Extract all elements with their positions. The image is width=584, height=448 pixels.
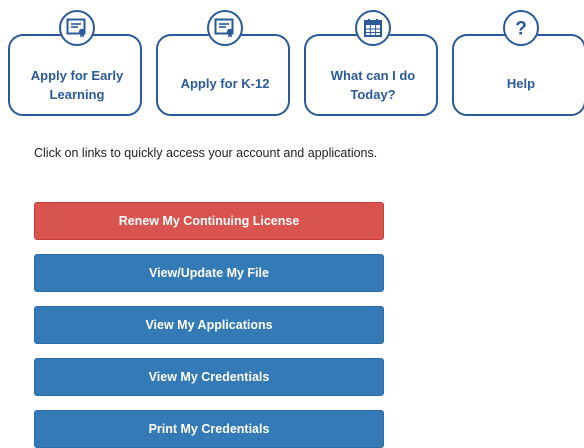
print-credentials-button[interactable]: Print My Credentials xyxy=(34,410,384,448)
tile-label: Help xyxy=(506,76,536,91)
svg-text:?: ? xyxy=(515,19,527,39)
renew-continuing-license-button[interactable]: Renew My Continuing License xyxy=(34,202,384,240)
certificate-icon xyxy=(59,10,95,46)
tile-label: What can I do Today? xyxy=(330,68,416,102)
question-icon: ? xyxy=(503,10,539,46)
tile-what-can-i-do-today[interactable]: What can I do Today? xyxy=(304,8,442,120)
view-update-file-button[interactable]: View/Update My File xyxy=(34,254,384,292)
certificate-icon xyxy=(207,10,243,46)
tile-apply-k12[interactable]: Apply for K-12 xyxy=(156,8,294,120)
quick-links-tiles: Apply for Early Learning Apply for K-12 xyxy=(8,8,584,120)
view-credentials-button[interactable]: View My Credentials xyxy=(34,358,384,396)
calendar-icon xyxy=(355,10,391,46)
intro-text: Click on links to quickly access your ac… xyxy=(34,146,378,160)
view-applications-button[interactable]: View My Applications xyxy=(34,306,384,344)
tile-apply-early-learning[interactable]: Apply for Early Learning xyxy=(8,8,146,120)
tile-help[interactable]: ? Help xyxy=(452,8,584,120)
tile-label: Apply for K-12 xyxy=(180,76,270,91)
tile-label: Apply for Early Learning xyxy=(30,68,124,102)
